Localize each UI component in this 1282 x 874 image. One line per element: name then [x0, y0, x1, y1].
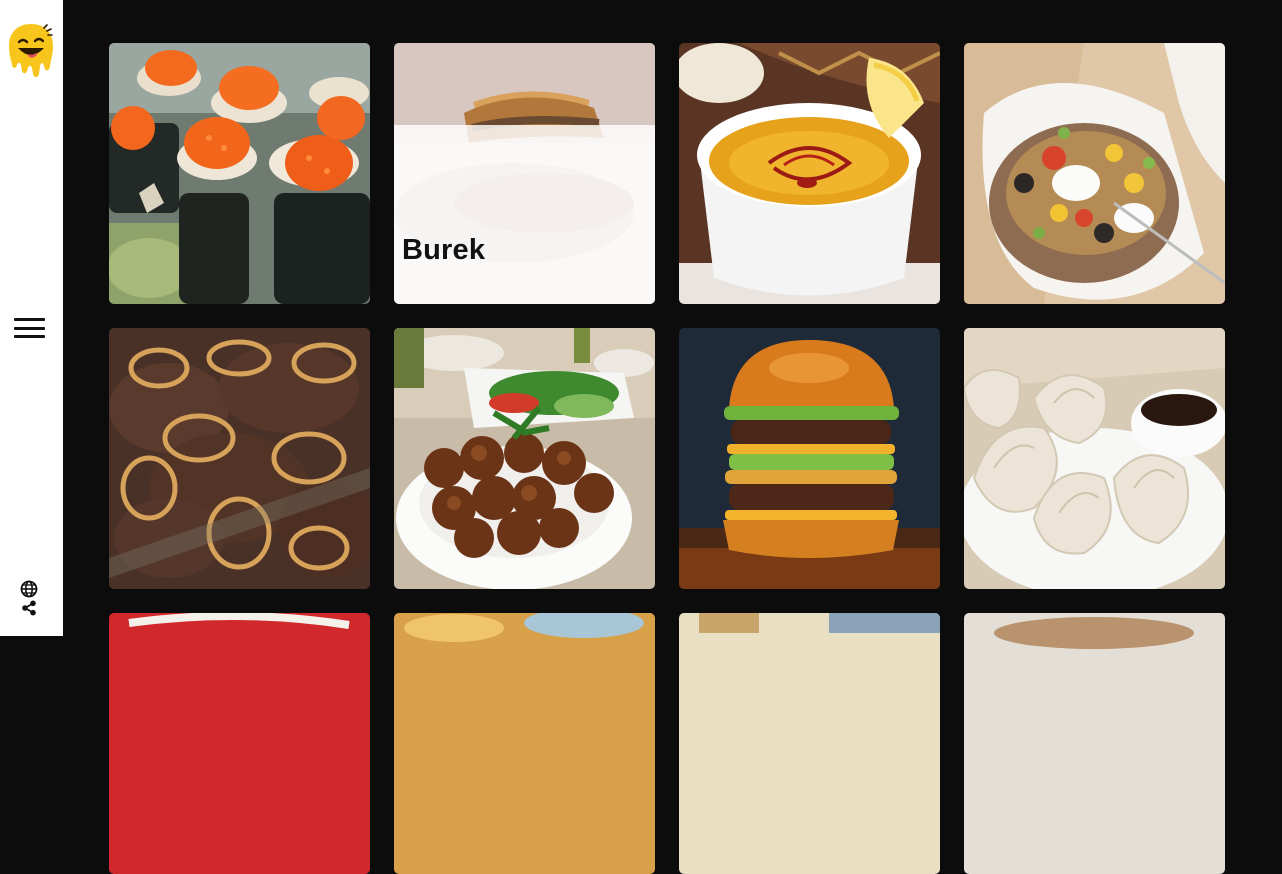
sushi-roe-rolls-image: [109, 43, 370, 304]
share-icon[interactable]: [21, 600, 37, 616]
hamburger-menu-icon[interactable]: [14, 318, 46, 342]
dish-card-falafel[interactable]: [394, 328, 655, 589]
dish-card-soup[interactable]: [679, 43, 940, 304]
sidebar: [0, 0, 63, 636]
dumplings-image: [964, 328, 1225, 589]
dish-card-burek[interactable]: Burek: [394, 43, 655, 304]
dish-card-11[interactable]: [679, 613, 940, 874]
stuffed-baked-potato-image: [964, 43, 1225, 304]
dish-card-dumplings[interactable]: [964, 328, 1225, 589]
globe-icon[interactable]: [20, 580, 38, 598]
dish-12-image: [964, 613, 1225, 874]
dish-card-burger[interactable]: [679, 328, 940, 589]
card-caption-overlay: [394, 125, 655, 304]
liver-with-onions-image: [109, 328, 370, 589]
dish-card-potato[interactable]: [964, 43, 1225, 304]
dish-card-10[interactable]: [394, 613, 655, 874]
smiley-drip-logo[interactable]: [6, 20, 56, 78]
dish-11-image: [679, 613, 940, 874]
dish-10-image: [394, 613, 655, 874]
dish-card-9[interactable]: [109, 613, 370, 874]
falafel-image: [394, 328, 655, 589]
double-cheeseburger-image: [679, 328, 940, 589]
lentil-soup-image: [679, 43, 940, 304]
dish-card-liver[interactable]: [109, 328, 370, 589]
dish-9-image: [109, 613, 370, 874]
dish-card-12[interactable]: [964, 613, 1225, 874]
dish-title: Burek: [402, 234, 486, 266]
dish-card-sushi[interactable]: [109, 43, 370, 304]
